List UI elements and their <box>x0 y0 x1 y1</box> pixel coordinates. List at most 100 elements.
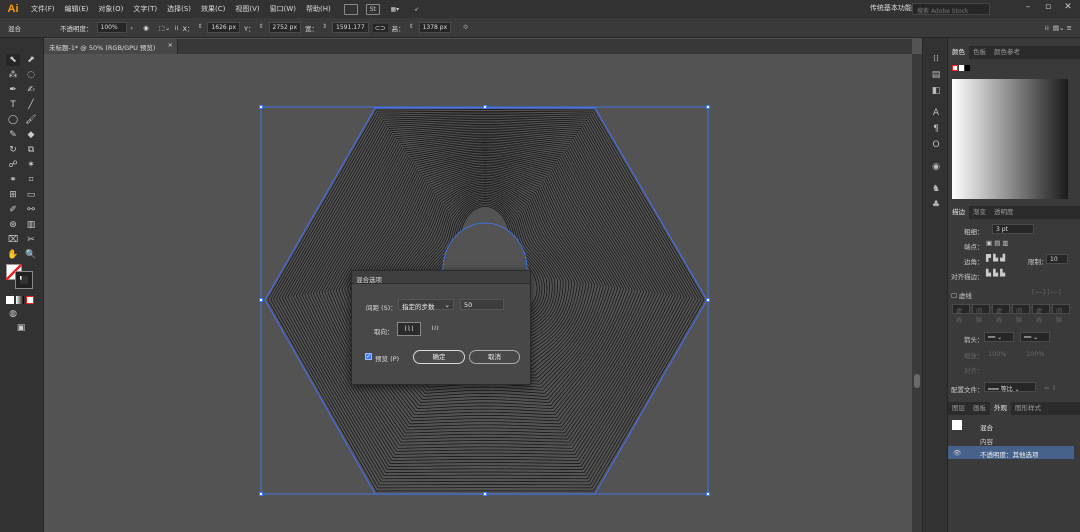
color-spectrum[interactable] <box>952 79 1068 199</box>
tab-transparency[interactable]: 透明度 <box>990 206 1018 219</box>
transform-align-icon[interactable]: ⬚⌄ <box>159 24 171 32</box>
rotate-tool-icon[interactable]: ↻ <box>6 144 20 156</box>
eraser-tool-icon[interactable]: ◆ <box>24 129 38 141</box>
menu-edit[interactable]: 编辑(E) <box>60 4 94 14</box>
handle-bm[interactable] <box>483 492 487 496</box>
gap-1[interactable]: 间隙 <box>972 304 990 324</box>
paragraph-icon[interactable]: ¶ <box>929 124 943 136</box>
handle-br[interactable] <box>706 492 710 496</box>
dash-3[interactable]: 虚线 <box>1032 304 1050 324</box>
eye-icon[interactable]: 👁 <box>953 449 961 457</box>
stock-search-input[interactable]: 搜索 Adobe Stock <box>912 3 990 15</box>
arrange-documents-icon[interactable]: ▦▾ <box>388 4 402 15</box>
tab-color[interactable]: 颜色 <box>948 46 969 59</box>
transform-icon[interactable]: ⟐ <box>463 23 468 32</box>
handle-tm[interactable] <box>483 105 487 109</box>
curvature-tool-icon[interactable]: ✍ <box>24 84 38 96</box>
minimize-button[interactable]: – <box>1018 2 1038 12</box>
tab-graphic-styles[interactable]: 图形样式 <box>1011 402 1045 415</box>
tab-gradient[interactable]: 渐变 <box>969 206 990 219</box>
tab-swatches[interactable]: 色板 <box>969 46 990 59</box>
mesh-tool-icon[interactable]: ⊞ <box>6 189 20 201</box>
pen-tool-icon[interactable]: ✒ <box>6 84 20 96</box>
scale-value-2[interactable]: 100% <box>1026 350 1045 358</box>
fill-stroke-mini[interactable] <box>952 65 970 73</box>
warp-tool-icon[interactable]: ☍ <box>6 159 20 171</box>
handle-mr[interactable] <box>706 298 710 302</box>
tab-appearance[interactable]: 外观 <box>990 402 1011 415</box>
cancel-button[interactable]: 取消 <box>469 350 520 364</box>
color-guide-icon[interactable]: ◉ <box>929 162 943 174</box>
tab-artboards[interactable]: 画板 <box>969 402 990 415</box>
w-spinner-icon[interactable]: ⇕ <box>322 23 328 33</box>
dashed-checkbox[interactable]: ☐ 虚线 <box>951 290 972 300</box>
cap-buttons[interactable]: ▣ ▤ ▥ <box>986 239 1009 247</box>
menu-file[interactable]: 文件(F) <box>26 4 60 14</box>
puppet-warp-tool-icon[interactable]: ✶ <box>24 159 38 171</box>
opentype-icon[interactable]: O <box>929 140 943 152</box>
symbols-icon[interactable]: ♞ <box>929 184 943 196</box>
scroll-thumb[interactable] <box>914 374 920 388</box>
align-stroke-buttons[interactable]: ▙ ▙ ▙ <box>986 269 1005 277</box>
character-icon[interactable]: A <box>929 108 943 120</box>
arrow-start-select[interactable]: ━━ ⌄ <box>984 332 1014 342</box>
bridge-icon[interactable] <box>343 3 358 15</box>
gap-3[interactable]: 间隙 <box>1052 304 1070 324</box>
line-tool-icon[interactable]: ╱ <box>24 99 38 111</box>
menu-object[interactable]: 对象(O) <box>93 4 128 14</box>
type-tool-icon[interactable]: T <box>6 99 20 111</box>
ok-button[interactable]: 确定 <box>413 350 465 364</box>
close-button[interactable]: ✕ <box>1058 2 1078 12</box>
handle-bl[interactable] <box>259 492 263 496</box>
tab-color-guide[interactable]: 颜色参考 <box>990 46 1024 59</box>
recolor-icon[interactable]: ◉ <box>143 24 149 32</box>
layers-icon[interactable]: ◧ <box>929 86 943 98</box>
handle-tl[interactable] <box>259 105 263 109</box>
opacity-field[interactable]: 100% <box>96 22 127 33</box>
link-icon[interactable]: ⊂⊃ <box>372 23 388 32</box>
tab-layers[interactable]: 图层 <box>948 402 969 415</box>
paintbrush-tool-icon[interactable]: 🖌 <box>24 114 38 126</box>
hand-tool-icon[interactable]: ✋ <box>6 249 20 261</box>
dash-options-icon[interactable]: [‒‒] [‒‒] <box>1032 288 1061 296</box>
gradient-tool-icon[interactable]: ▭ <box>24 189 38 201</box>
weight-field[interactable]: 3 pt <box>992 224 1034 234</box>
blend-tool-icon[interactable]: ⚯ <box>24 204 38 216</box>
stock-icon[interactable]: St <box>365 3 380 15</box>
menu-effect[interactable]: 效果(C) <box>196 4 230 14</box>
arrange-icon[interactable]: ⁞⁞ <box>1045 24 1049 32</box>
stroke-swatch[interactable] <box>15 271 33 289</box>
spacing-select[interactable]: 指定的步数 ⌄ <box>398 299 454 311</box>
w-field[interactable]: 1591.177 <box>332 22 369 33</box>
color-mode-icons[interactable] <box>6 296 36 304</box>
handle-ml[interactable] <box>259 298 263 302</box>
draw-mode-icon[interactable]: ◍ <box>6 308 20 320</box>
align-to-page-icon[interactable]: ⌇⌇⌇ <box>397 322 421 336</box>
document-tab[interactable]: 未标题-1* @ 50% (RGB/GPU 预览) × <box>44 39 178 54</box>
shape-builder-tool-icon[interactable]: ⚭ <box>6 174 20 186</box>
screen-mode-icon[interactable]: ▣ <box>14 322 28 334</box>
menu-window[interactable]: 窗口(W) <box>265 4 301 14</box>
gap-2[interactable]: 间隙 <box>1012 304 1030 324</box>
canvas-vertical-scrollbar[interactable] <box>912 54 922 532</box>
corner-buttons[interactable]: ▛ ▙ ▟ <box>986 254 1005 262</box>
arrow-end-select[interactable]: ━━ ⌄ <box>1020 332 1050 342</box>
menu-help[interactable]: 帮助(H) <box>301 4 336 14</box>
ellipse-tool-icon[interactable]: ◯ <box>6 114 20 126</box>
brushes-icon[interactable]: ♣ <box>929 200 943 212</box>
maximize-button[interactable]: ▫ <box>1038 2 1058 12</box>
tab-stroke[interactable]: 描边 <box>948 206 969 219</box>
y-field[interactable]: 2752 px <box>268 22 302 33</box>
menu-type[interactable]: 文字(T) <box>128 4 162 14</box>
profile-select[interactable]: ━━━ 等比 ⌄ <box>984 382 1036 393</box>
h-spinner-icon[interactable]: ⇕ <box>409 23 415 33</box>
send-icon[interactable]: ➶ <box>410 4 424 15</box>
zoom-tool-icon[interactable]: 🔍 <box>24 249 38 261</box>
x-field[interactable]: 1626 px <box>207 22 241 33</box>
align-to-path-icon[interactable]: ≀≀≀ <box>424 322 446 336</box>
dash-1[interactable]: 虚线 <box>952 304 970 324</box>
symbol-sprayer-tool-icon[interactable]: ⊛ <box>6 219 20 231</box>
menu-select[interactable]: 选择(S) <box>162 4 196 14</box>
reference-point-icon[interactable]: ⁞⁞ <box>174 24 178 32</box>
magic-wand-tool-icon[interactable]: ⁂ <box>6 69 20 81</box>
